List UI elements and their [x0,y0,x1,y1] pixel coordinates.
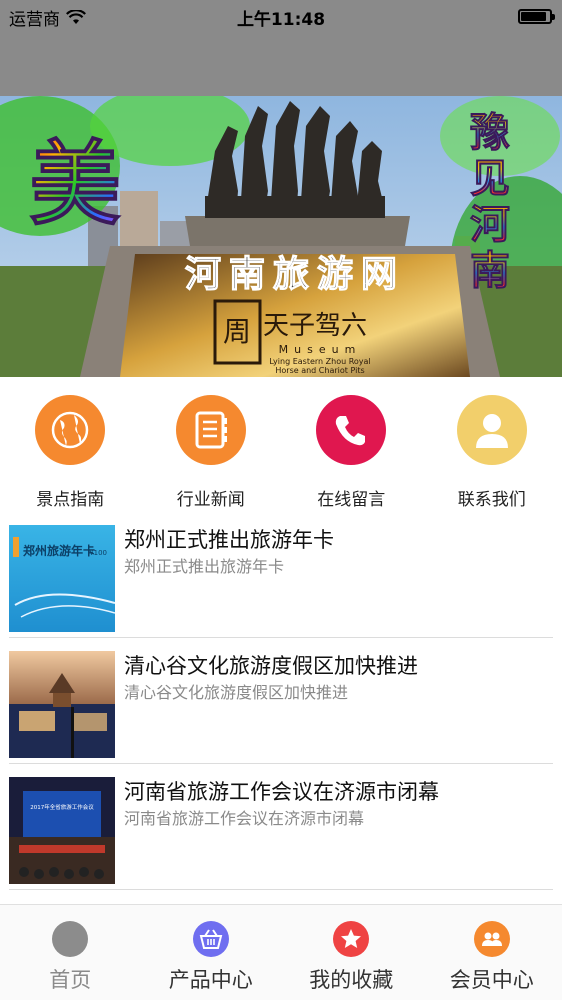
category-scenic-guide[interactable]: 景点指南 [0,377,141,512]
tab-products[interactable]: 产品中心 [141,905,282,1000]
news-item-tourism-conference[interactable]: 2017年全省旅游工作会议 河南省旅游工作会议在济源市闭幕 河南省旅游工作会议在… [9,764,553,890]
banner-right-text: 豫见河南 [470,109,511,295]
battery-icon [518,9,555,24]
status-bar: 运营商 上午11:48 [0,0,562,32]
banner-image[interactable]: 周 天子驾六 Museum Lying Eastern Zhou Royal H… [0,96,562,377]
category-industry-news[interactable]: 行业新闻 [141,377,282,512]
news-title: 郑州正式推出旅游年卡 [124,528,334,552]
svg-text:2017年全省旅游工作会议: 2017年全省旅游工作会议 [30,803,94,811]
news-item-qingxin-valley[interactable]: 清心谷文化旅游度假区加快推进 清心谷文化旅游度假区加快推进 [9,638,553,764]
news-subtitle: 清心谷文化旅游度假区加快推进 [124,683,349,702]
banner-left-char: 美 [29,130,121,238]
category-label: 在线留言 [317,490,386,510]
navigation-bar [0,32,562,96]
news-list: 郑州旅游年卡 ¥100 郑州正式推出旅游年卡 郑州正式推出旅游年卡 清心谷文化旅… [9,512,553,890]
tab-home[interactable]: 首页 [0,905,141,1000]
category-contact-us[interactable]: 联系我们 [422,377,562,512]
tab-favorites[interactable]: 我的收藏 [281,905,422,1000]
tab-label: 会员中心 [449,968,534,992]
news-subtitle: 郑州正式推出旅游年卡 [124,557,285,576]
news-subtitle: 河南省旅游工作会议在济源市闭幕 [124,809,365,828]
svg-text:周: 周 [223,315,251,348]
category-label: 联系我们 [457,490,526,510]
news-item-zhengzhou-card[interactable]: 郑州旅游年卡 ¥100 郑州正式推出旅游年卡 郑州正式推出旅游年卡 [9,512,553,638]
news-thumbnail [9,651,115,758]
banner-right-char: 河 [470,201,510,248]
banner-scene: 周 天子驾六 Museum Lying Eastern Zhou Royal H… [0,96,562,377]
category-label: 景点指南 [36,490,105,510]
news-thumbnail: 2017年全省旅游工作会议 [9,777,115,884]
news-title: 河南省旅游工作会议在济源市闭幕 [124,780,439,804]
news-thumbnail: 郑州旅游年卡 ¥100 [9,525,115,632]
tab-label: 我的收藏 [309,968,394,992]
contact-icon [456,395,527,465]
basket-icon [192,921,229,957]
banner-right-char: 豫 [470,109,510,156]
notebook-icon [175,395,246,465]
tab-bar: 首页 产品中心 我的收藏 会员中心 [0,904,562,1000]
star-icon [333,921,370,957]
tab-label: 产品中心 [168,968,253,992]
category-online-message[interactable]: 在线留言 [281,377,422,512]
category-label: 行业新闻 [176,490,245,510]
plaque-caption-1: Lying Eastern Zhou Royal [269,357,370,366]
category-shortcuts: 景点指南 行业新闻 在线留言 联系我们 [0,377,562,512]
plaque-text: 天子驾六 [263,311,367,341]
status-time: 上午11:48 [236,10,326,30]
globe-icon [35,395,106,465]
phone-icon [316,395,387,465]
banner-title: 河南旅游网 [185,253,405,295]
plaque-caption-2: Horse and Chariot Pits [275,366,364,375]
svg-text:¥100: ¥100 [89,549,107,557]
members-icon [473,921,510,957]
banner-right-char: 南 [470,247,510,294]
tab-members[interactable]: 会员中心 [422,905,562,1000]
plaque-museum: Museum [279,343,362,356]
home-icon [52,921,89,957]
banner-right-char: 见 [470,155,510,202]
tab-label: 首页 [49,968,92,992]
news-title: 清心谷文化旅游度假区加快推进 [124,654,418,678]
svg-text:郑州旅游年卡: 郑州旅游年卡 [23,543,95,558]
